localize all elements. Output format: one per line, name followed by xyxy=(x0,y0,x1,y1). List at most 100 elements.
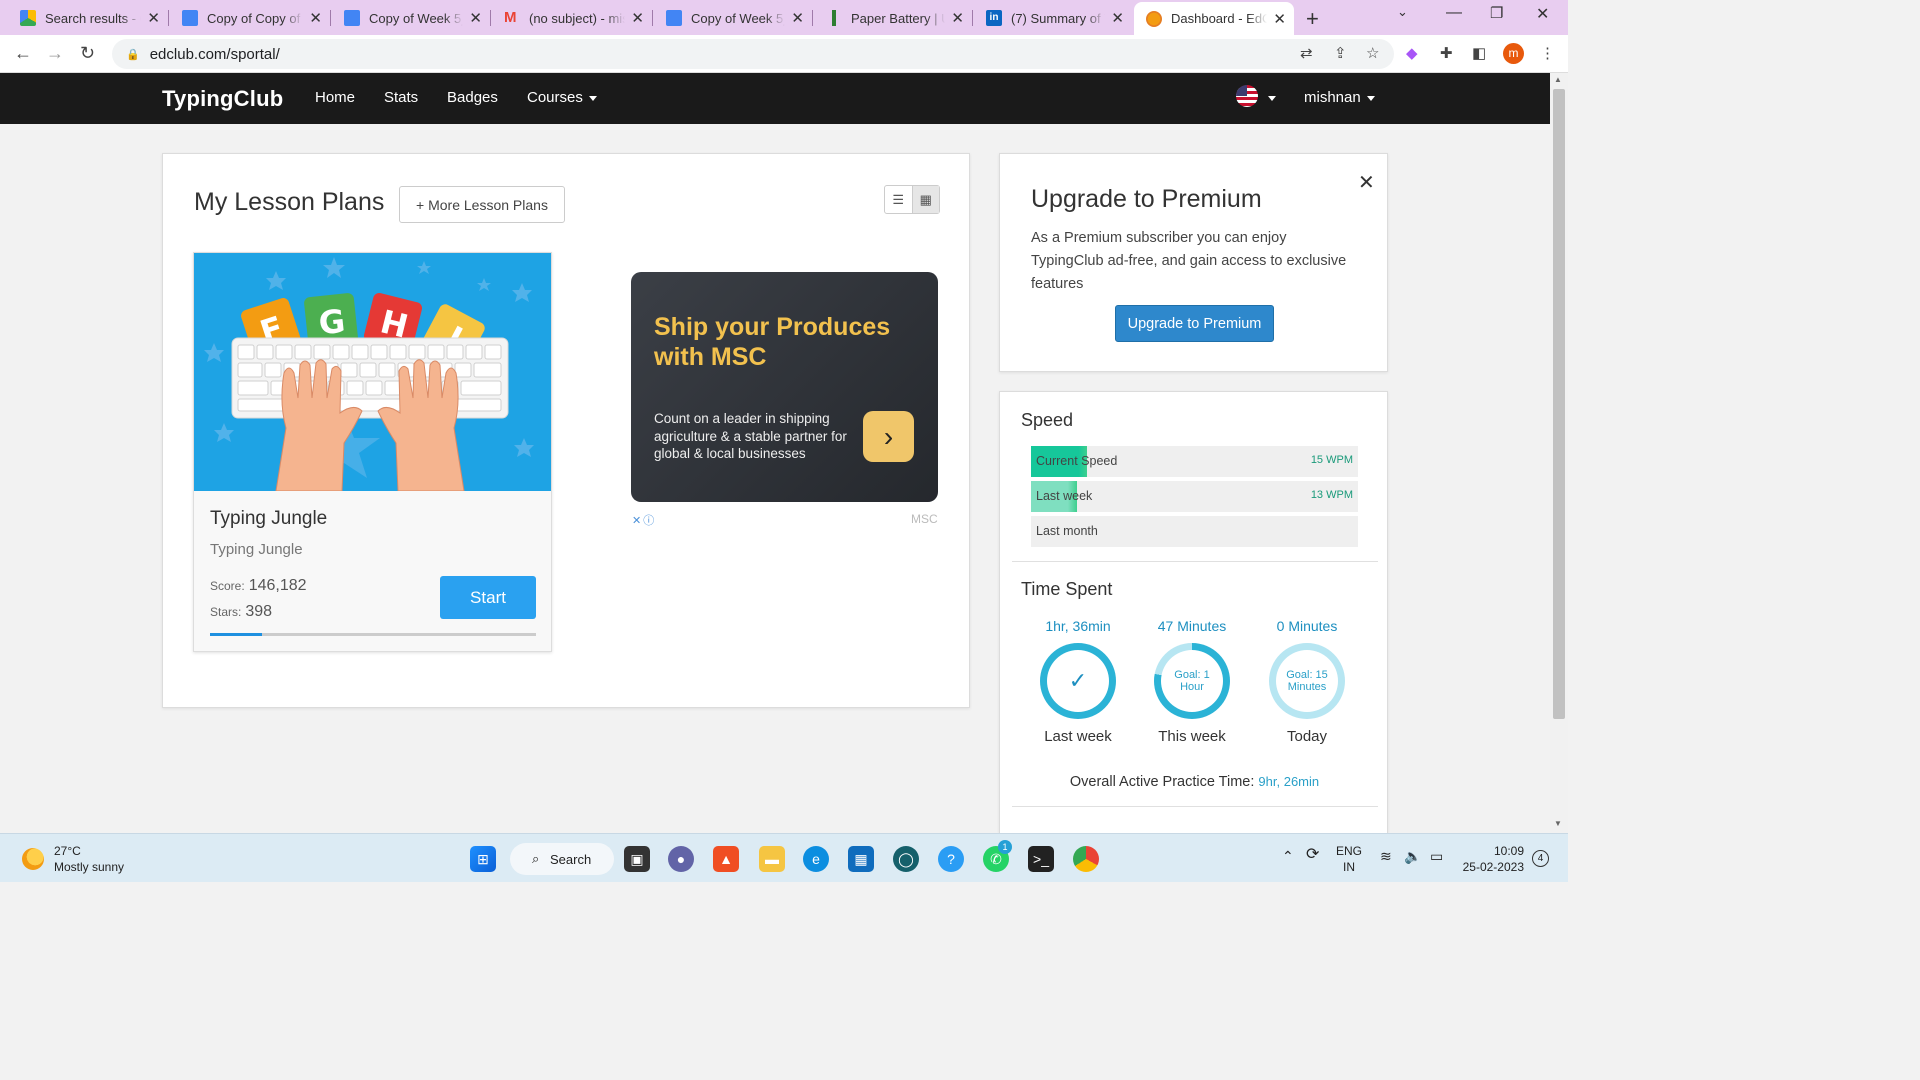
close-tab-icon[interactable]: ✕ xyxy=(1273,10,1286,28)
new-tab-icon[interactable]: + xyxy=(1306,6,1319,32)
divider xyxy=(1012,806,1378,807)
reload-icon[interactable]: ↻ xyxy=(80,43,95,64)
scrollbar-thumb[interactable] xyxy=(1553,89,1565,719)
language-indicator[interactable]: ENG IN xyxy=(1336,843,1362,875)
date: 25-02-2023 xyxy=(1462,860,1524,874)
ad-arrow-icon[interactable]: › xyxy=(863,411,914,462)
side-panel-icon[interactable]: ◧ xyxy=(1472,44,1486,62)
forward-icon[interactable]: → xyxy=(46,43,64,64)
tab-paper-battery[interactable]: Paper Battery | Uses ✕ xyxy=(812,4,973,32)
close-tab-icon[interactable]: ✕ xyxy=(469,9,482,27)
score-stat: Score: 146,182 xyxy=(210,577,307,595)
minimize-icon[interactable]: — xyxy=(1446,4,1462,22)
tab-google-drive[interactable]: Search results - Google Drive ✕ xyxy=(0,4,169,32)
notification-count[interactable]: 4 xyxy=(1532,850,1549,867)
brand-logo[interactable]: TypingClub xyxy=(162,86,283,112)
adchoices-icon[interactable]: ✕ⓘ xyxy=(632,512,656,528)
overall-label: Overall Active Practice Time: xyxy=(1069,774,1255,790)
lock-icon: 🔒 xyxy=(126,48,140,61)
tab-linkedin[interactable]: in (7) Summary of Th ✕ xyxy=(972,4,1132,32)
language-chevron-down-icon[interactable] xyxy=(1268,96,1276,101)
help-icon[interactable]: ? xyxy=(938,846,964,872)
address-bar[interactable]: 🔒 edclub.com/sportal/ xyxy=(112,39,1394,69)
close-tab-icon[interactable]: ✕ xyxy=(951,9,964,27)
close-window-icon[interactable]: ✕ xyxy=(1536,4,1549,24)
microsoft-store-icon[interactable]: ▦ xyxy=(848,846,874,872)
file-explorer-icon[interactable]: ▬ xyxy=(759,846,785,872)
divider xyxy=(1012,561,1378,562)
start-button[interactable]: Start xyxy=(440,576,536,619)
close-tab-icon[interactable]: ✕ xyxy=(631,9,644,27)
back-icon[interactable]: ← xyxy=(14,43,32,64)
ad-banner[interactable]: Ship your Produces with MSC Count on a l… xyxy=(631,272,938,502)
tab-doc-3[interactable]: Copy of Week 5_ ✕ xyxy=(652,4,813,32)
tab-doc-2[interactable]: Copy of Week 5_ ✕ xyxy=(330,4,491,32)
tab-title: Copy of Week 5_ xyxy=(369,10,464,26)
scroll-up-icon[interactable]: ▲ xyxy=(1554,75,1562,84)
nav-stats[interactable]: Stats xyxy=(384,89,418,106)
premium-title: Upgrade to Premium xyxy=(1031,185,1262,213)
user-menu[interactable]: mishnan xyxy=(1304,89,1375,106)
tab-title: Dashboard - EdClub xyxy=(1171,11,1268,26)
close-tab-icon[interactable]: ✕ xyxy=(147,9,160,27)
app-icon[interactable]: ◯ xyxy=(893,846,919,872)
chrome-icon[interactable] xyxy=(1073,846,1099,872)
extension-icon[interactable]: ◆ xyxy=(1406,44,1418,62)
task-view-icon[interactable]: ▣ xyxy=(624,846,650,872)
teams-chat-icon[interactable]: ● xyxy=(668,846,694,872)
share-icon[interactable]: ⇪ xyxy=(1334,44,1347,62)
edge-icon[interactable]: e xyxy=(803,846,829,872)
time-label: This week xyxy=(1158,728,1226,745)
terminal-icon[interactable]: >_ xyxy=(1028,846,1054,872)
weather-condition: Mostly sunny xyxy=(54,860,125,874)
list-view-icon[interactable]: ☰ xyxy=(885,186,912,213)
close-icon[interactable]: ✕ xyxy=(1358,170,1375,195)
time-spent-title: Time Spent xyxy=(1021,579,1113,599)
translate-icon[interactable]: ⇄ xyxy=(1300,44,1313,62)
upgrade-premium-button[interactable]: Upgrade to Premium xyxy=(1115,305,1274,342)
time-label: Last week xyxy=(1044,728,1112,745)
grid-view-icon[interactable]: ▦ xyxy=(911,186,939,213)
windows-taskbar: 27°C Mostly sunny ⊞ ⌕ Search ▣ ● ▲ ▬ e ▦ … xyxy=(0,833,1568,882)
close-tab-icon[interactable]: ✕ xyxy=(1111,9,1124,27)
stars-label: Stars: xyxy=(210,605,242,619)
scroll-down-icon[interactable]: ▼ xyxy=(1554,819,1562,828)
brave-browser-icon[interactable]: ▲ xyxy=(713,846,739,872)
tab-doc-1[interactable]: Copy of Copy of Week ✕ xyxy=(168,4,331,32)
close-tab-icon[interactable]: ✕ xyxy=(791,9,804,27)
us-flag-icon[interactable] xyxy=(1236,85,1258,107)
stars-value: 398 xyxy=(245,603,273,620)
close-tab-icon[interactable]: ✕ xyxy=(309,9,322,27)
menu-icon[interactable]: ⋮ xyxy=(1540,44,1555,62)
time-col-this-week: 47 Minutes Goal: 1 Hour This week xyxy=(1134,618,1250,745)
nav-home[interactable]: Home xyxy=(315,89,355,106)
lesson-plans-title: My Lesson Plans xyxy=(194,188,385,216)
more-lesson-plans-button[interactable]: + More Lesson Plans xyxy=(399,186,565,223)
maximize-icon[interactable]: ❐ xyxy=(1490,4,1503,22)
puzzle-extensions-icon[interactable]: ✚ xyxy=(1440,44,1453,62)
nav-courses-label: Courses xyxy=(527,89,583,106)
weather-sun-icon[interactable] xyxy=(22,848,44,870)
profile-avatar[interactable]: m xyxy=(1503,43,1524,64)
sync-icon[interactable]: ⟳ xyxy=(1306,847,1319,863)
battery-icon[interactable]: ▭ xyxy=(1430,848,1443,864)
nav-badges[interactable]: Badges xyxy=(447,89,498,106)
tray-chevron-up-icon[interactable]: ⌃ xyxy=(1282,848,1294,864)
bookmark-star-icon[interactable]: ☆ xyxy=(1366,44,1379,62)
tab-search-icon[interactable]: ⌄ xyxy=(1397,4,1408,20)
ad-source[interactable]: MSC xyxy=(911,512,938,526)
tab-gmail[interactable]: M (no subject) - mishnan ✕ xyxy=(490,4,653,32)
volume-icon[interactable]: 🔈 xyxy=(1404,848,1421,864)
wifi-icon[interactable]: ≋ xyxy=(1380,848,1392,864)
tab-dashboard-edclub[interactable]: Dashboard - EdClub ✕ xyxy=(1134,2,1294,35)
nav-courses-dropdown[interactable]: Courses xyxy=(527,89,597,106)
speed-value: 13 WPM xyxy=(1310,489,1353,501)
weather-widget[interactable]: 27°C Mostly sunny xyxy=(54,843,124,875)
search-icon: ⌕ xyxy=(532,851,540,866)
clock[interactable]: 10:09 25-02-2023 xyxy=(1460,843,1524,875)
taskbar-search[interactable]: ⌕ Search xyxy=(510,843,614,875)
speed-row-current: Current Speed 15 WPM xyxy=(1031,446,1358,477)
lesson-card[interactable]: F G H J Typing Jungle Typing J xyxy=(193,252,552,652)
windows-start-icon[interactable]: ⊞ xyxy=(470,846,496,872)
page-scrollbar[interactable]: ▲ ▼ xyxy=(1550,73,1568,833)
